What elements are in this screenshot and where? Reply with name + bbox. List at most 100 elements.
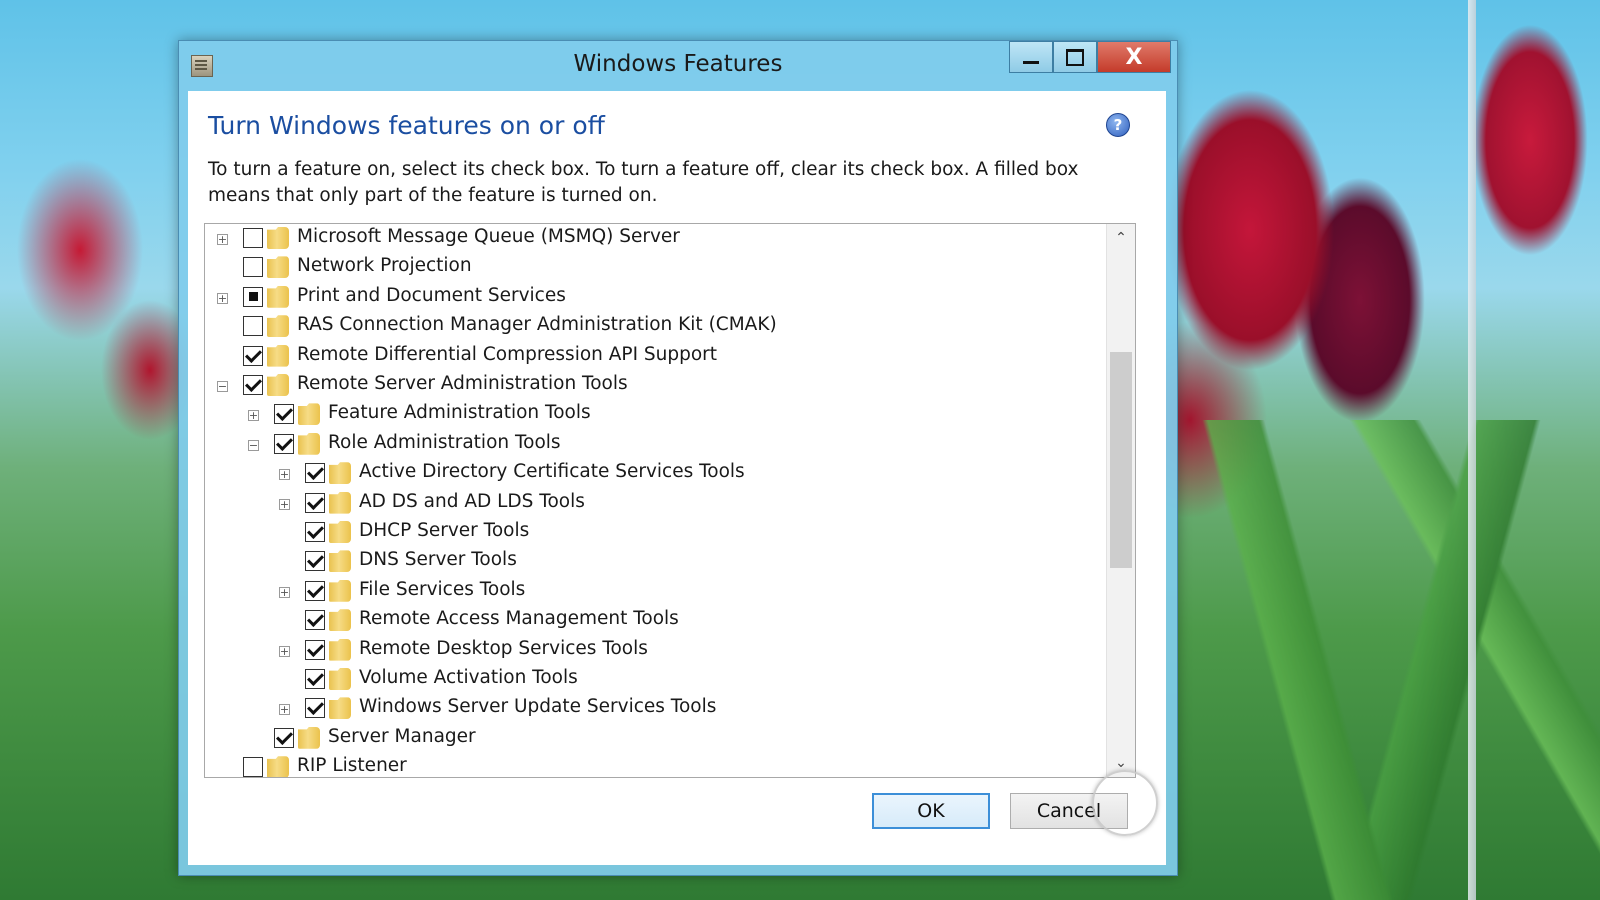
feature-row[interactable]: + Active Directory Certificate Services T… [205, 459, 1107, 489]
minimize-button[interactable] [1009, 41, 1053, 73]
feature-checkbox[interactable] [274, 727, 294, 748]
feature-checkbox[interactable] [243, 345, 263, 366]
title-bar[interactable]: Windows Features X [179, 41, 1177, 89]
feature-checkbox[interactable] [243, 228, 263, 248]
feature-label: Remote Desktop Services Tools [359, 637, 648, 659]
feature-label: AD DS and AD LDS Tools [359, 490, 585, 512]
adjacent-window-edge [1468, 0, 1476, 900]
feature-checkbox[interactable] [305, 492, 325, 513]
folder-icon [267, 227, 289, 249]
folder-icon [329, 668, 351, 690]
close-button[interactable]: X [1097, 41, 1171, 73]
maximize-icon [1066, 48, 1084, 66]
feature-checkbox[interactable] [305, 463, 325, 484]
folder-icon [329, 638, 351, 661]
maximize-button[interactable] [1053, 41, 1097, 73]
dialog-body: Turn Windows features on or off ? To tur… [188, 91, 1166, 865]
help-icon[interactable]: ? [1106, 113, 1130, 137]
expand-icon[interactable]: + [279, 498, 290, 510]
expand-icon[interactable]: + [279, 469, 290, 481]
feature-row[interactable]: Remote Differential Compression API Supp… [205, 342, 1107, 372]
feature-row[interactable]: + AD DS and AD LDS Tools [205, 489, 1107, 519]
close-icon: X [1125, 44, 1143, 70]
feature-label: DHCP Server Tools [359, 520, 530, 541]
windows-features-window: Windows Features X Turn Windows features… [178, 40, 1178, 876]
feature-label: Network Projection [297, 255, 472, 277]
features-tree[interactable]: + Microsoft Message Queue (MSMQ) Server Ne… [204, 223, 1136, 778]
feature-row[interactable]: + Microsoft Message Queue (MSMQ) Server [205, 224, 1107, 254]
scroll-thumb[interactable] [1110, 352, 1132, 568]
feature-label: Windows Server Update Services Tools [359, 696, 717, 718]
folder-icon [267, 256, 289, 279]
feature-checkbox[interactable] [305, 551, 325, 572]
folder-icon [329, 579, 351, 602]
folder-icon [329, 609, 351, 632]
feature-row[interactable]: + Remote Desktop Services Tools [205, 636, 1107, 666]
folder-icon [267, 344, 289, 367]
feature-checkbox[interactable] [243, 757, 263, 777]
feature-checkbox[interactable] [305, 580, 325, 601]
folder-icon [329, 491, 351, 514]
feature-row[interactable]: RIP Listener [205, 753, 1107, 777]
feature-label: Print and Document Services [297, 284, 566, 306]
feature-checkbox[interactable] [305, 698, 325, 719]
feature-label: Microsoft Message Queue (MSMQ) Server [297, 226, 680, 247]
feature-row[interactable]: DHCP Server Tools [205, 518, 1107, 548]
folder-icon [329, 521, 351, 543]
collapse-icon[interactable]: − [217, 381, 228, 392]
feature-checkbox[interactable] [243, 257, 263, 278]
feature-checkbox[interactable] [305, 639, 325, 660]
feature-row[interactable]: RAS Connection Manager Administration Ki… [205, 312, 1107, 342]
expand-icon[interactable]: + [217, 234, 228, 245]
feature-label: DNS Server Tools [359, 549, 517, 571]
folder-icon [298, 403, 320, 426]
feature-label: Remote Server Administration Tools [297, 373, 628, 394]
feature-checkbox[interactable] [243, 375, 263, 395]
feature-row[interactable]: − Role Administration Tools [205, 430, 1107, 460]
feature-checkbox[interactable] [274, 433, 294, 454]
feature-label: RAS Connection Manager Administration Ki… [297, 314, 777, 336]
feature-row[interactable]: Remote Access Management Tools [205, 606, 1107, 636]
feature-checkbox[interactable] [274, 404, 294, 425]
feature-row[interactable]: DNS Server Tools [205, 547, 1107, 577]
feature-checkbox[interactable] [243, 316, 263, 337]
collapse-icon[interactable]: − [248, 439, 259, 451]
folder-icon [298, 432, 320, 455]
ok-button[interactable]: OK [872, 793, 990, 829]
feature-row[interactable]: + File Services Tools [205, 577, 1107, 607]
expand-icon[interactable]: + [279, 704, 290, 716]
expand-icon[interactable]: + [279, 586, 290, 598]
feature-label: Remote Differential Compression API Supp… [297, 343, 718, 365]
feature-row[interactable]: Server Manager [205, 724, 1107, 754]
folder-icon [267, 374, 289, 396]
folder-icon [329, 697, 351, 720]
feature-row[interactable]: + Print and Document Services [205, 283, 1107, 313]
feature-label: Active Directory Certificate Services To… [359, 461, 745, 483]
feature-row[interactable]: Network Projection [205, 253, 1107, 283]
feature-row[interactable]: + Feature Administration Tools [205, 400, 1107, 430]
feature-row[interactable]: + Windows Server Update Services Tools [205, 694, 1107, 724]
feature-row[interactable]: − Remote Server Administration Tools [205, 371, 1107, 401]
feature-label: Role Administration Tools [328, 431, 561, 453]
feature-label: Feature Administration Tools [328, 402, 591, 424]
feature-row[interactable]: Volume Activation Tools [205, 665, 1107, 695]
folder-icon [329, 462, 351, 485]
expand-icon[interactable]: + [217, 292, 228, 304]
folder-icon [329, 550, 351, 573]
feature-checkbox[interactable] [243, 286, 263, 307]
expand-icon[interactable]: + [279, 645, 290, 657]
feature-label: Volume Activation Tools [359, 667, 578, 688]
feature-checkbox[interactable] [305, 522, 325, 542]
dialog-description: To turn a feature on, select its check b… [208, 159, 1079, 206]
dialog-heading: Turn Windows features on or off [208, 111, 605, 140]
vertical-scrollbar[interactable]: ⌃ ⌄ [1106, 224, 1135, 777]
feature-label: Remote Access Management Tools [359, 608, 679, 630]
scroll-up-arrow-icon[interactable]: ⌃ [1107, 224, 1135, 252]
feature-checkbox[interactable] [305, 669, 325, 689]
minimize-icon [1023, 60, 1039, 64]
folder-icon [267, 285, 289, 308]
feature-checkbox[interactable] [305, 610, 325, 631]
background-leaves [1160, 420, 1600, 900]
folder-icon [267, 315, 289, 338]
expand-icon[interactable]: + [248, 410, 259, 422]
